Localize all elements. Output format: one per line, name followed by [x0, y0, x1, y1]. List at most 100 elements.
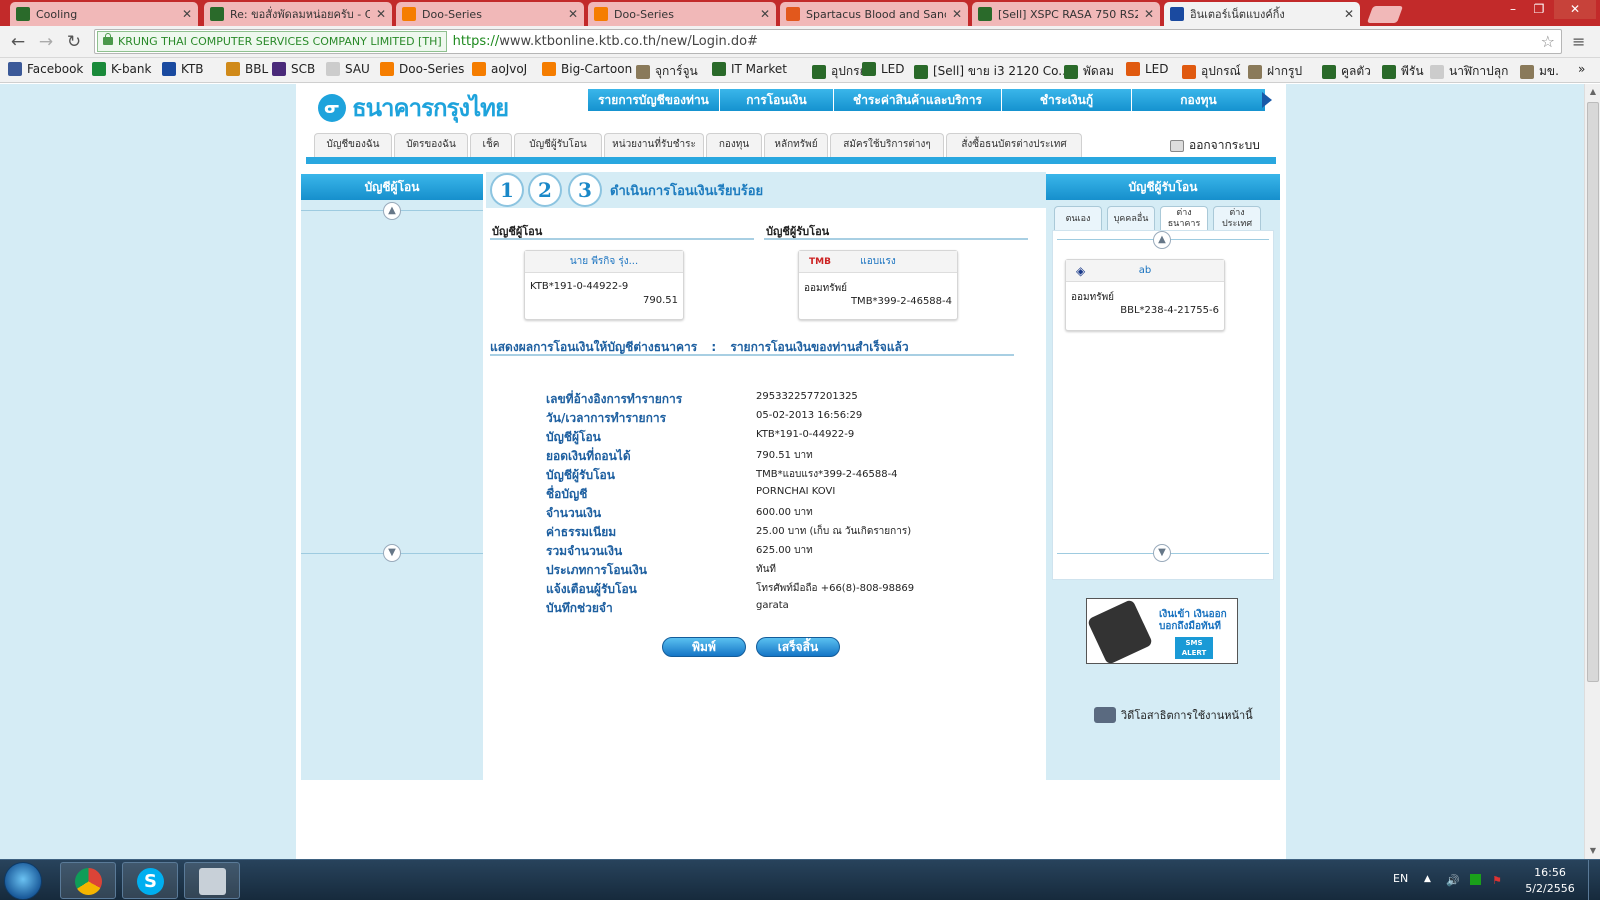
video-demo-link[interactable]: วิดีโอสาธิตการใช้งานหน้านี้	[1094, 706, 1253, 724]
bookmark-item[interactable]: K-bank	[92, 62, 151, 76]
close-window-button[interactable]: ✕	[1554, 0, 1596, 19]
bookmark-item[interactable]: IT Market	[712, 62, 787, 76]
bookmark-item[interactable]: พัดลม	[1064, 62, 1114, 81]
top-nav-item[interactable]: ชำระค่าสินค้าและบริการ	[834, 89, 1002, 111]
bookmark-item[interactable]: Facebook	[8, 62, 83, 76]
scroll-down-arrow-icon[interactable]: ▼	[1585, 843, 1600, 859]
detail-value: TMB*แอบแรง*399-2-46588-4	[756, 469, 898, 480]
start-button[interactable]	[4, 862, 42, 900]
new-tab-button[interactable]	[1366, 6, 1404, 23]
close-tab-icon[interactable]: ✕	[952, 7, 962, 21]
bookmark-item[interactable]: KTB	[162, 62, 204, 76]
tray-expand-icon[interactable]: ▲	[1424, 874, 1431, 884]
bookmark-item[interactable]: LED	[1126, 62, 1169, 76]
bookmark-item[interactable]: [Sell] ขาย i3 2120 Co...	[914, 62, 1070, 81]
bookmark-item[interactable]: SCB	[272, 62, 315, 76]
scroll-down-icon[interactable]: ▼	[383, 544, 401, 562]
taskbar-chrome[interactable]	[60, 862, 116, 899]
receiver-account-card[interactable]: TMB แอบแรง ออมทรัพย์ TMB*399-2-46588-4	[798, 250, 958, 320]
sender-account-card[interactable]: นาย พีรกิจ รุ่ง... KTB*191-0-44922-9 790…	[524, 250, 684, 320]
scrollbar-thumb[interactable]	[1587, 102, 1599, 682]
bookmark-item[interactable]: จุการ์จูน	[636, 62, 698, 81]
sub-tab[interactable]: กองทุน	[706, 133, 762, 157]
system-clock[interactable]: 16:56 5/2/2556	[1518, 865, 1582, 897]
logout-link[interactable]: ออกจากระบบ	[1170, 136, 1260, 155]
nav-next-arrow-icon[interactable]	[1262, 92, 1272, 108]
print-button[interactable]: พิมพ์	[662, 637, 746, 657]
browser-tab[interactable]: Re: ขอสั่งพัดลมหน่อยครับ - C ✕	[204, 2, 392, 26]
sub-tab[interactable]: หลักทรัพย์	[764, 133, 828, 157]
sub-tab[interactable]: เช็ค	[470, 133, 512, 157]
skype-icon: S	[137, 868, 164, 895]
taskbar-calculator[interactable]	[184, 862, 240, 899]
sub-tab[interactable]: บัญชีของฉัน	[314, 133, 392, 157]
sub-tab[interactable]: หน่วยงานที่รับชำระ	[604, 133, 704, 157]
top-nav-item[interactable]: รายการบัญชีของท่าน	[588, 89, 720, 111]
volume-icon[interactable]: 🔊	[1446, 874, 1460, 887]
close-tab-icon[interactable]: ✕	[568, 7, 578, 21]
close-tab-icon[interactable]: ✕	[1344, 7, 1354, 21]
scroll-down-icon[interactable]: ▼	[1153, 544, 1171, 562]
receiver-account-panel: บัญชีผู้รับโอน ตนเอง บุคคลอื่น ต่าง ธนาคาร…	[1046, 174, 1280, 780]
browser-tab[interactable]: อินเตอร์เน็ตแบงค์กิ้ง ✕	[1164, 2, 1360, 26]
menu-icon[interactable]: ≡	[1572, 32, 1590, 51]
address-bar[interactable]: KRUNG THAI COMPUTER SERVICES COMPANY LIM…	[94, 29, 1562, 54]
ev-certificate-badge[interactable]: KRUNG THAI COMPUTER SERVICES COMPANY LIM…	[97, 31, 447, 52]
minimize-button[interactable]: –	[1500, 0, 1526, 19]
bookmarks-overflow-icon[interactable]: »	[1578, 62, 1585, 76]
sender-name: นาย พีรกิจ รุ่ง...	[525, 251, 683, 273]
close-tab-icon[interactable]: ✕	[1144, 7, 1154, 21]
browser-tab[interactable]: Doo-Series ✕	[588, 2, 776, 26]
action-center-icon[interactable]: ⚑	[1492, 874, 1502, 887]
show-desktop-button[interactable]	[1588, 860, 1600, 900]
ktb-logo[interactable]: ᓂ ธนาคารกรุงไทย	[318, 88, 509, 127]
taskbar-skype[interactable]: S	[122, 862, 178, 899]
sms-alert-banner[interactable]: เงินเข้า เงินออก บอกถึงมือทันที SMS ALER…	[1086, 598, 1238, 666]
top-nav-item[interactable]: การโอนเงิน	[720, 89, 834, 111]
network-icon[interactable]	[1470, 874, 1481, 885]
receiver-type-tab[interactable]: ตนเอง	[1054, 206, 1102, 230]
browser-tab[interactable]: Doo-Series ✕	[396, 2, 584, 26]
receiver-type-tab[interactable]: บุคคลอื่น	[1107, 206, 1155, 230]
bookmark-item[interactable]: LED	[862, 62, 905, 76]
maximize-button[interactable]: ❐	[1526, 0, 1552, 19]
scroll-up-icon[interactable]: ▲	[383, 202, 401, 220]
browser-tab[interactable]: Cooling ✕	[10, 2, 198, 26]
bookmark-item[interactable]: พีรัน	[1382, 62, 1424, 81]
sub-tab[interactable]: สั่งซื้อธนบัตรต่างประเทศ	[946, 133, 1082, 157]
bookmark-item[interactable]: คูลตัว	[1322, 62, 1371, 81]
bookmark-star-icon[interactable]: ☆	[1541, 32, 1555, 51]
receiver-type-tab[interactable]: ต่าง ประเทศ	[1213, 206, 1261, 230]
top-nav-item[interactable]: กองทุน	[1132, 89, 1266, 111]
bookmark-item[interactable]: Big-Cartoon	[542, 62, 632, 76]
bookmark-item[interactable]: aoJvoJ	[472, 62, 527, 76]
bookmark-item[interactable]: ฝากรูป	[1248, 62, 1302, 81]
reload-button[interactable]: ↻	[62, 30, 86, 54]
bookmark-item[interactable]: BBL	[226, 62, 268, 76]
bookmark-item[interactable]: Doo-Series	[380, 62, 464, 76]
sub-tab[interactable]: สมัครใช้บริการต่างๆ	[830, 133, 944, 157]
top-nav-item[interactable]: ชำระเงินกู้	[1002, 89, 1132, 111]
url-text[interactable]: https://www.ktbonline.ktb.co.th/new/Logi…	[453, 34, 758, 49]
back-button[interactable]: ←	[6, 30, 30, 54]
sub-tab[interactable]: บัตรของฉัน	[394, 133, 468, 157]
language-indicator[interactable]: EN	[1393, 872, 1408, 885]
bookmark-item[interactable]: นาฬิกาปลุก	[1430, 62, 1508, 81]
browser-tab[interactable]: [Sell] XSPC RASA 750 RS24 ✕	[972, 2, 1160, 26]
browser-tab[interactable]: Spartacus Blood and Sand ✕	[780, 2, 968, 26]
saved-receiver-card[interactable]: ◈ ab ออมทรัพย์ BBL*238-4-21755-6	[1065, 259, 1225, 331]
close-tab-icon[interactable]: ✕	[182, 7, 192, 21]
bookmark-item[interactable]: อุปกรณ์	[1182, 62, 1241, 81]
sub-tab[interactable]: บัญชีผู้รับโอน	[514, 133, 602, 157]
bookmark-item[interactable]: SAU	[326, 62, 370, 76]
bookmark-item[interactable]: มข.	[1520, 62, 1559, 81]
close-tab-icon[interactable]: ✕	[760, 7, 770, 21]
receiver-type-tab[interactable]: ต่าง ธนาคาร	[1160, 206, 1208, 230]
scroll-up-icon[interactable]: ▲	[1153, 231, 1171, 249]
forward-button[interactable]: →	[34, 30, 58, 54]
done-button[interactable]: เสร็จสิ้น	[756, 637, 840, 657]
detail-label: บัญชีผู้โอน	[546, 430, 601, 444]
scroll-up-arrow-icon[interactable]: ▲	[1585, 84, 1600, 100]
page-scrollbar[interactable]: ▲ ▼	[1584, 84, 1600, 859]
close-tab-icon[interactable]: ✕	[376, 7, 386, 21]
